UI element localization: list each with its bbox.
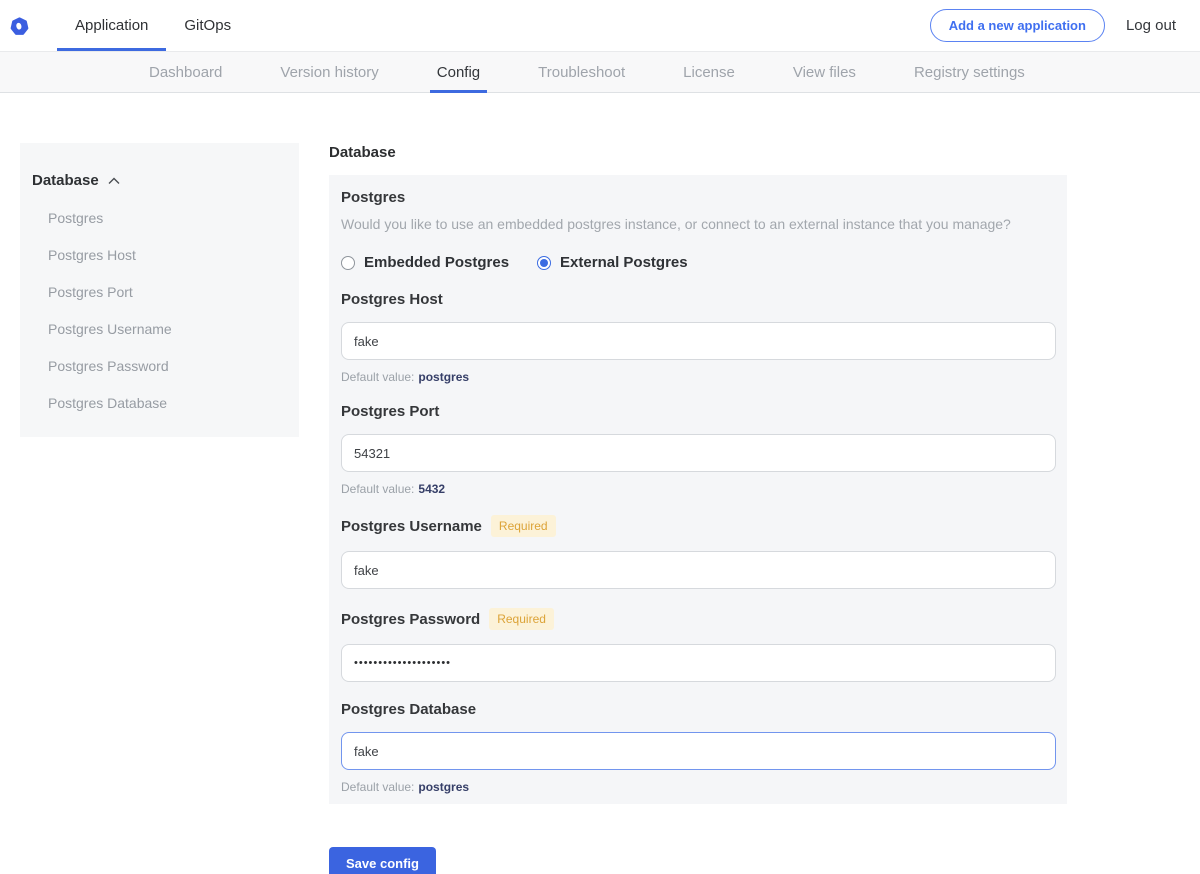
- postgres-port-input[interactable]: [341, 434, 1056, 472]
- field-label: Postgres Database: [341, 701, 1056, 718]
- top-nav: Application GitOps Add a new application…: [0, 0, 1200, 51]
- field-postgres-database: Postgres Database Default value: postgres: [341, 701, 1056, 794]
- subnav-tab-config[interactable]: Config: [437, 52, 480, 92]
- default-value-line: Default value: postgres: [341, 780, 1056, 794]
- group-label: Postgres: [341, 189, 1056, 206]
- sidebar-item-postgres-host[interactable]: Postgres Host: [48, 247, 287, 263]
- postgres-database-input[interactable]: [341, 732, 1056, 770]
- default-value-label: Default value:: [341, 370, 414, 384]
- subnav-tab-license[interactable]: License: [683, 52, 735, 92]
- section-title: Database: [329, 144, 1067, 161]
- subnav-tab-registry-settings[interactable]: Registry settings: [914, 52, 1025, 92]
- postgres-username-input[interactable]: [341, 551, 1056, 589]
- config-sidebar: Database Postgres Postgres Host Postgres…: [20, 143, 299, 437]
- field-label-text: Postgres Username: [341, 518, 482, 535]
- default-value-label: Default value:: [341, 780, 414, 794]
- logout-link[interactable]: Log out: [1126, 17, 1176, 34]
- add-application-button[interactable]: Add a new application: [930, 9, 1105, 42]
- field-label-text: Postgres Host: [341, 291, 443, 308]
- radio-external-label: External Postgres: [560, 254, 688, 271]
- group-help-text: Would you like to use an embedded postgr…: [341, 216, 1056, 232]
- config-main: Database Postgres Would you like to use …: [329, 143, 1067, 874]
- content-area: Database Postgres Postgres Host Postgres…: [0, 93, 1200, 874]
- subnav-tab-view-files[interactable]: View files: [793, 52, 856, 92]
- config-group-card: Postgres Would you like to use an embedd…: [329, 175, 1067, 804]
- default-value-label: Default value:: [341, 482, 414, 496]
- default-value-text: 5432: [418, 482, 445, 496]
- radio-embedded-postgres[interactable]: Embedded Postgres: [341, 254, 509, 271]
- field-postgres-port: Postgres Port Default value: 5432: [341, 403, 1056, 496]
- postgres-type-radio-group: Embedded Postgres External Postgres: [341, 254, 1056, 271]
- required-badge: Required: [489, 608, 554, 630]
- radio-unchecked-icon: [341, 256, 355, 270]
- top-tabs: Application GitOps: [57, 0, 249, 51]
- field-postgres-username: Postgres Username Required: [341, 515, 1056, 589]
- subnav-tab-version-history[interactable]: Version history: [280, 52, 378, 92]
- sidebar-item-postgres-password[interactable]: Postgres Password: [48, 358, 287, 374]
- postgres-password-input[interactable]: [341, 644, 1056, 682]
- default-value-text: postgres: [418, 370, 469, 384]
- sidebar-item-list: Postgres Postgres Host Postgres Port Pos…: [32, 210, 287, 411]
- postgres-host-input[interactable]: [341, 322, 1056, 360]
- default-value-line: Default value: postgres: [341, 370, 1056, 384]
- sidebar-item-postgres-database[interactable]: Postgres Database: [48, 395, 287, 411]
- radio-external-postgres[interactable]: External Postgres: [537, 254, 688, 271]
- field-label: Postgres Port: [341, 403, 1056, 420]
- app-logo-icon: [10, 17, 29, 36]
- field-label-text: Postgres Database: [341, 701, 476, 718]
- save-config-button[interactable]: Save config: [329, 847, 436, 874]
- app-subnav: Dashboard Version history Config Trouble…: [0, 51, 1200, 93]
- sidebar-item-postgres[interactable]: Postgres: [48, 210, 287, 226]
- tab-gitops[interactable]: GitOps: [166, 0, 249, 51]
- field-label-text: Postgres Port: [341, 403, 439, 420]
- tab-application[interactable]: Application: [57, 0, 166, 51]
- field-postgres-host: Postgres Host Default value: postgres: [341, 291, 1056, 384]
- field-label: Postgres Host: [341, 291, 1056, 308]
- subnav-tab-troubleshoot[interactable]: Troubleshoot: [538, 52, 625, 92]
- chevron-up-icon: [108, 172, 120, 189]
- sidebar-item-postgres-username[interactable]: Postgres Username: [48, 321, 287, 337]
- sidebar-group-database[interactable]: Database: [32, 172, 287, 189]
- default-value-line: Default value: 5432: [341, 482, 1056, 496]
- sidebar-group-label: Database: [32, 172, 99, 189]
- sidebar-item-postgres-port[interactable]: Postgres Port: [48, 284, 287, 300]
- radio-embedded-label: Embedded Postgres: [364, 254, 509, 271]
- field-label: Postgres Username Required: [341, 515, 1056, 537]
- field-postgres-password: Postgres Password Required: [341, 608, 1056, 682]
- subnav-tab-dashboard[interactable]: Dashboard: [149, 52, 222, 92]
- field-label: Postgres Password Required: [341, 608, 1056, 630]
- default-value-text: postgres: [418, 780, 469, 794]
- required-badge: Required: [491, 515, 556, 537]
- admin-console-page: Application GitOps Add a new application…: [0, 0, 1200, 874]
- field-label-text: Postgres Password: [341, 611, 480, 628]
- radio-checked-icon: [537, 256, 551, 270]
